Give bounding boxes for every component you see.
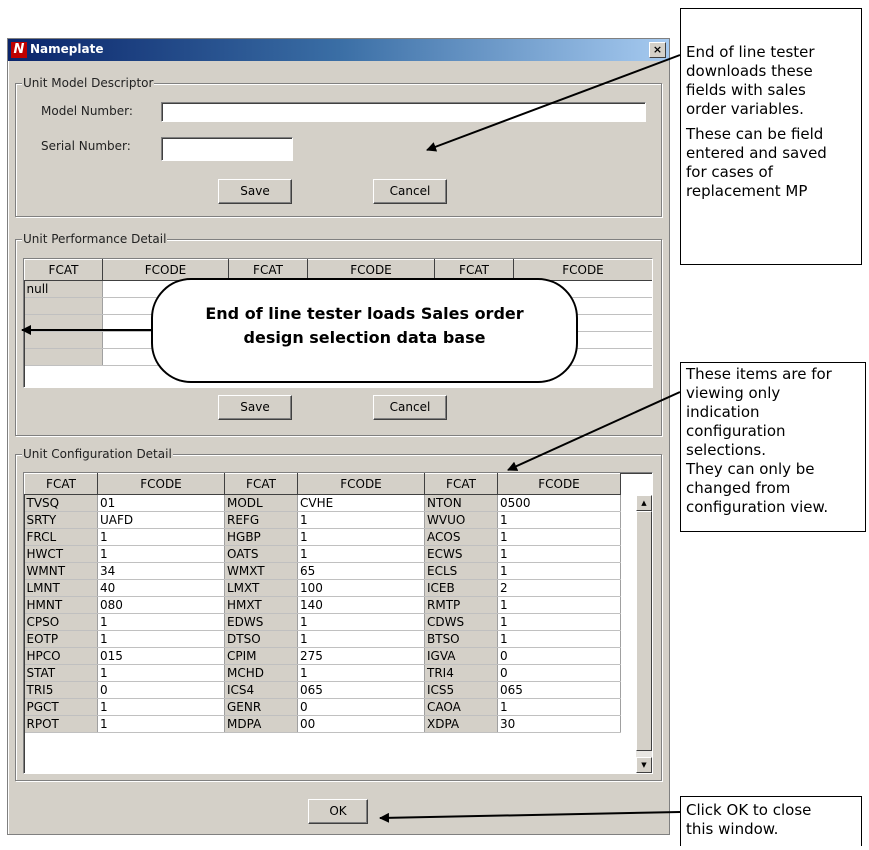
arrow-to-config-table: [507, 391, 681, 471]
arrow-to-ok-button: [379, 811, 681, 823]
annotation-arrows: [21, 54, 681, 823]
arrow-to-model-fields: [426, 54, 681, 152]
